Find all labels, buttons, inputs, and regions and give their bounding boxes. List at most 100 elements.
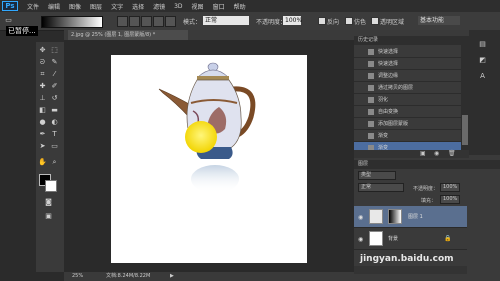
dodge-tool-icon[interactable]: ◐ (50, 118, 59, 127)
history-item-label: 快速选择 (378, 61, 399, 67)
layer-opacity-input[interactable]: 100% (440, 183, 460, 192)
document-canvas[interactable] (111, 55, 307, 263)
reflected-gradient-button[interactable] (153, 16, 164, 27)
history-item-label: 快速选择 (378, 49, 399, 55)
layer-row-layer1[interactable]: ◉ 图层 1 (354, 206, 467, 228)
dither-checkbox[interactable] (345, 17, 353, 25)
history-panel-tab[interactable]: 历史记录 (354, 36, 469, 45)
zoom-level[interactable]: 25% (72, 272, 83, 281)
paused-label: 已暂停... (6, 26, 38, 36)
marquee-tool-icon[interactable]: ⬚ (50, 46, 59, 55)
history-item-label: 通过拷贝的图层 (378, 85, 414, 91)
history-step-icon (368, 97, 374, 103)
reverse-label: 反向 (327, 19, 340, 26)
gradient-picker[interactable] (41, 16, 103, 28)
layers-panel-tab[interactable]: 图层 (354, 160, 500, 169)
history-item[interactable]: 通过拷贝的图层 (354, 82, 461, 94)
document-tab[interactable]: 2.jpg @ 25% (图层 1, 图层蒙版/8) * (68, 30, 188, 40)
menu-layer[interactable]: 图层 (90, 2, 102, 11)
pen-tool-icon[interactable]: ✒ (38, 130, 47, 139)
history-step-icon (368, 121, 374, 127)
dither-label: 仿色 (354, 19, 367, 26)
healing-tool-icon[interactable]: ✚ (38, 82, 47, 91)
history-step-icon (368, 109, 374, 115)
crop-tool-icon[interactable]: ⌗ (38, 70, 47, 79)
menu-image[interactable]: 图像 (69, 2, 81, 11)
menu-help[interactable]: 帮助 (234, 2, 246, 11)
layer-row-background[interactable]: ◉ 背景 🔒 (354, 228, 467, 250)
diamond-gradient-button[interactable] (165, 16, 176, 27)
path-select-tool-icon[interactable]: ➤ (38, 142, 47, 151)
panel-icon-2[interactable]: ◩ (478, 56, 487, 65)
teapot-image (158, 62, 256, 193)
transparency-checkbox[interactable] (371, 17, 379, 25)
gradient-tool-icon[interactable]: ▭ (4, 16, 13, 25)
menu-window[interactable]: 窗口 (213, 2, 225, 11)
blur-tool-icon[interactable]: ● (38, 118, 47, 127)
menu-edit[interactable]: 编辑 (48, 2, 60, 11)
history-item[interactable]: 调整边缘 (354, 70, 461, 82)
move-tool-icon[interactable]: ✥ (38, 46, 47, 55)
panel-icon-3[interactable]: A (478, 72, 487, 81)
history-item[interactable]: 快速选择 (354, 58, 461, 70)
background-color-swatch[interactable] (45, 180, 57, 192)
layer-filter-select[interactable]: 类型 (358, 171, 396, 180)
menu-view[interactable]: 视图 (192, 2, 204, 11)
history-item[interactable]: 羽化 (354, 94, 461, 106)
angle-gradient-button[interactable] (141, 16, 152, 27)
menu-file[interactable]: 文件 (27, 2, 39, 11)
linear-gradient-button[interactable] (117, 16, 128, 27)
document-size: 文档:8.24M/8.22M (106, 273, 151, 279)
type-tool-icon[interactable]: T (50, 130, 59, 139)
history-item[interactable]: 自由变换 (354, 106, 461, 118)
status-bar: 25% 文档:8.24M/8.22M ▶ (64, 272, 354, 281)
fill-input[interactable]: 100% (440, 195, 460, 204)
history-item-label: 自由变换 (378, 109, 399, 115)
blend-mode-select[interactable]: 正常 (358, 183, 404, 192)
menu-select[interactable]: 选择 (132, 2, 144, 11)
snapshot-icon[interactable]: ◉ (434, 150, 439, 157)
panel-icon-1[interactable]: ▤ (478, 40, 487, 49)
eraser-tool-icon[interactable]: ◧ (38, 106, 47, 115)
gradient-tool-icon-active[interactable]: ▬ (50, 106, 59, 115)
brush-tool-icon[interactable]: ✐ (50, 82, 59, 91)
transparency-label: 透明区域 (380, 19, 405, 26)
history-scrollbar-thumb[interactable] (462, 115, 468, 145)
history-step-icon (368, 61, 374, 67)
history-step-icon (368, 133, 374, 139)
history-brush-tool-icon[interactable]: ↺ (50, 94, 59, 103)
menu-filter[interactable]: 滤镜 (153, 2, 165, 11)
quick-select-tool-icon[interactable]: ✎ (50, 58, 59, 67)
layer-thumbnail (369, 209, 383, 224)
eyedropper-tool-icon[interactable]: ⁄ (50, 70, 59, 79)
trash-icon[interactable]: 🗑 (448, 150, 456, 157)
visibility-eye-icon[interactable]: ◉ (358, 214, 363, 221)
history-item-label: 渐变 (378, 133, 389, 139)
menu-3d[interactable]: 3D (174, 3, 182, 10)
history-step-icon (368, 73, 374, 79)
mode-label: 模式： (183, 19, 202, 26)
mode-select[interactable]: 正常 (203, 16, 249, 25)
workspace-select[interactable]: 基本功能 (418, 16, 460, 25)
fill-label: 填充： (421, 198, 437, 204)
reverse-checkbox[interactable] (318, 17, 326, 25)
zoom-tool-icon[interactable]: ⌕ (50, 158, 59, 167)
screen-mode-icon[interactable]: ▣ (44, 212, 53, 221)
opacity-input[interactable]: 100% (283, 16, 302, 25)
background-thumbnail (369, 231, 383, 246)
new-document-from-state-icon[interactable]: ▣ (420, 150, 426, 157)
status-arrow-icon[interactable]: ▶ (170, 272, 174, 281)
history-item[interactable]: 添加图层蒙版 (354, 118, 461, 130)
visibility-eye-icon[interactable]: ◉ (358, 236, 363, 243)
hand-tool-icon[interactable]: ✋ (38, 158, 47, 167)
menu-type[interactable]: 文字 (111, 2, 123, 11)
quick-mask-icon[interactable]: ◙ (44, 198, 53, 207)
history-item[interactable]: 快速选择 (354, 46, 461, 58)
layers-panel-footer (354, 266, 467, 274)
stamp-tool-icon[interactable]: ⊥ (38, 94, 47, 103)
radial-gradient-button[interactable] (129, 16, 140, 27)
layer-mask-thumbnail[interactable] (388, 209, 402, 224)
shape-tool-icon[interactable]: ▭ (50, 142, 59, 151)
history-item[interactable]: 渐变 (354, 130, 461, 142)
lasso-tool-icon[interactable]: ᘐ (38, 58, 47, 67)
